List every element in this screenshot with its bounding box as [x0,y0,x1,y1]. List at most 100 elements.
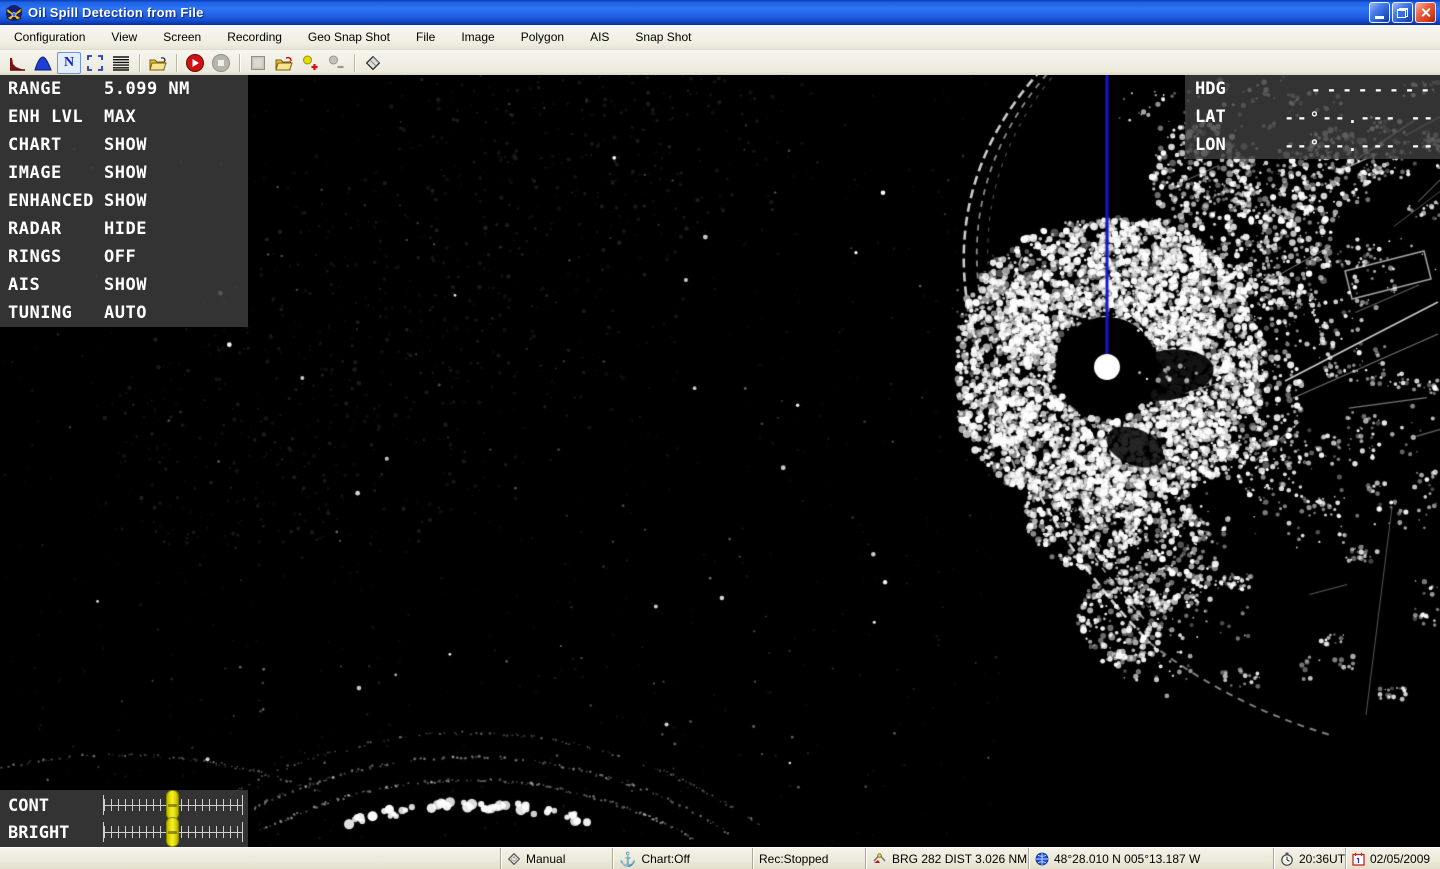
nav-data-panel: HDG-------- LAT--°--.--- -- LON--°--.---… [1185,75,1440,159]
chart-anchor-icon: ⚓ [619,852,636,866]
enhanced-label: ENHANCED [8,191,94,211]
hdg-label: HDG [1195,79,1226,99]
chart-label: CHART [8,135,62,155]
toolbar-separator [239,54,240,72]
tuning-label: TUNING [8,303,72,323]
lat-value: --°--.--- -- [1284,108,1436,127]
restore-button[interactable] [1392,2,1413,23]
rings-row[interactable]: RINGS OFF [0,243,248,271]
brightness-slider-handle[interactable] [166,817,179,847]
range-label: RANGE [8,79,62,99]
open-image-folder-button[interactable] [272,52,296,74]
mode-diamond-icon [507,852,521,866]
radar-value: HIDE [104,219,147,239]
menu-polygon[interactable]: Polygon [508,26,577,48]
contrast-slider[interactable] [103,795,243,815]
enh-lvl-row[interactable]: ENH LVLMAX [0,103,248,131]
enh-lvl-value: MAX [104,107,136,127]
image-placeholder-button[interactable] [246,52,270,74]
status-position: 48°28.010 N 005°13.187 W [1028,848,1273,869]
ais-row[interactable]: AIS SHOW [0,271,248,299]
line-list-icon [111,53,131,73]
status-time: 20:36UTC [1273,848,1345,869]
contrast-label: CONT [8,796,49,816]
minimize-button[interactable] [1369,2,1390,23]
toolbar-separator [354,54,355,72]
clock-icon [1280,852,1294,866]
image-value: SHOW [104,163,147,183]
open-file-button[interactable] [146,52,170,74]
record-play-icon [185,53,205,73]
menu-image[interactable]: Image [448,26,507,48]
minimize-icon [1375,16,1384,19]
north-indicator-icon: N [64,56,74,70]
range-row[interactable]: RANGE 5.099 NM [0,75,248,103]
tuning-row[interactable]: TUNINGAUTO [0,299,248,327]
contrast-slider-handle[interactable] [166,790,179,820]
ais-value: SHOW [104,275,147,295]
menu-snap-shot[interactable]: Snap Shot [622,26,704,48]
enhanced-row[interactable]: ENHANCEDSHOW [0,187,248,215]
record-play-button[interactable] [183,52,207,74]
bearing-compass-icon [872,852,887,866]
calendar-icon [1352,852,1365,866]
range-value: 5.099 NM [104,79,190,99]
menu-bar: Configuration View Screen Recording Geo … [0,25,1440,50]
menu-screen[interactable]: Screen [150,26,214,48]
selection-box-button[interactable] [83,52,107,74]
menu-view[interactable]: View [98,26,150,48]
date-text: 02/05/2009 [1370,852,1430,866]
status-bearing: BRG 282 DIST 3.026 NM [865,848,1028,869]
globe-icon [1035,852,1049,866]
menu-ais[interactable]: AIS [577,26,622,48]
blue-histogram-button[interactable] [31,52,55,74]
brightness-label: BRIGHT [8,823,69,843]
rings-value: OFF [104,247,136,267]
ais-label: AIS [8,275,40,295]
add-point-icon [300,53,320,73]
north-up-button[interactable]: N [57,52,81,74]
record-stop-icon [211,53,231,73]
menu-file[interactable]: File [403,26,448,48]
position-text: 48°28.010 N 005°13.187 W [1054,852,1200,866]
red-histogram-button[interactable] [5,52,29,74]
rings-label: RINGS [8,247,62,267]
close-icon [1420,7,1431,18]
title-bar: Oil Spill Detection from File [0,0,1440,25]
recording-text: Rec:Stopped [759,852,828,866]
brightness-slider[interactable] [103,822,243,842]
radar-label: RADAR [8,219,62,239]
image-row[interactable]: IMAGE SHOW [0,159,248,187]
lat-row: LAT --°--.--- -- [1185,103,1440,131]
display-controls-panel: CONT BRIGHT [0,790,248,847]
bearing-text: BRG 282 DIST 3.026 NM [892,852,1027,866]
polygon-tool-button[interactable] [361,52,385,74]
status-mode: Manual [500,848,612,869]
lon-label: LON [1195,135,1226,155]
chart-text: Chart:Off [641,852,689,866]
line-list-button[interactable] [109,52,133,74]
radar-row[interactable]: RADAR HIDE [0,215,248,243]
toolbar-separator [176,54,177,72]
image-label: IMAGE [8,163,62,183]
record-stop-button[interactable] [209,52,233,74]
contrast-row: CONT [0,792,248,819]
remove-point-button[interactable] [324,52,348,74]
lat-label: LAT [1195,107,1226,127]
status-bar: Manual ⚓ Chart:Off Rec:Stopped BRG 282 D… [0,847,1440,869]
menu-recording[interactable]: Recording [214,26,295,48]
add-point-button[interactable] [298,52,322,74]
lon-value: --°--.--- -- [1284,136,1436,155]
close-button[interactable] [1415,2,1436,23]
time-text: 20:36UTC [1299,852,1345,866]
open-image-folder-icon [274,53,294,73]
menu-configuration[interactable]: Configuration [1,26,98,48]
app-window: Oil Spill Detection from File Configurat… [0,0,1440,869]
menu-geo-snap-shot[interactable]: Geo Snap Shot [295,26,403,48]
status-recording: Rec:Stopped [752,848,865,869]
chart-row[interactable]: CHARTSHOW [0,131,248,159]
mode-text: Manual [526,852,565,866]
blue-histogram-icon [33,53,53,73]
restore-icon [1397,8,1408,18]
status-date: 02/05/2009 [1345,848,1440,869]
